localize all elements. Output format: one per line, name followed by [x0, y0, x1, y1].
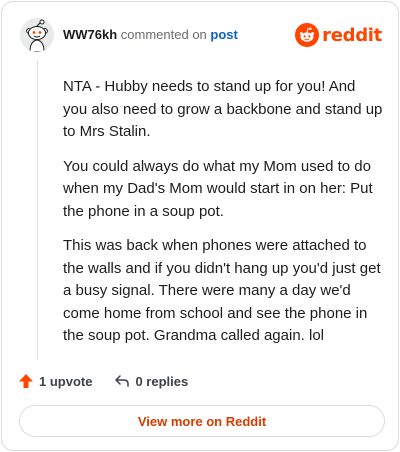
view-more-button[interactable]: View more on Reddit — [19, 405, 385, 437]
comment-embed-card: WW76kh commented on post reddit NTA - Hu… — [1, 1, 399, 451]
upvote-count: 1 upvote — [39, 373, 93, 389]
commented-on-text: commented on — [120, 27, 207, 42]
reddit-snoo-icon — [295, 23, 320, 47]
snoo-avatar-icon — [20, 18, 54, 52]
comment-actions: 1 upvote 0 replies — [18, 370, 210, 392]
thread-line — [37, 60, 38, 360]
reply-arrow-icon — [115, 375, 130, 387]
post-link[interactable]: post — [210, 27, 237, 42]
replies-count: 0 replies — [135, 373, 189, 389]
reddit-logo[interactable]: reddit — [295, 22, 382, 48]
username[interactable]: WW76kh — [63, 27, 117, 42]
upvote-button[interactable]: 1 upvote — [18, 373, 92, 389]
avatar[interactable] — [20, 18, 54, 52]
comment-paragraph: NTA - Hubby needs to stand up for you! A… — [63, 78, 383, 140]
upvote-arrow-icon — [19, 374, 33, 388]
comment-body: NTA - Hubby needs to stand up for you! A… — [63, 76, 383, 360]
comment-paragraph: You could always do what my Mom used to … — [63, 157, 373, 220]
replies-button[interactable]: 0 replies — [114, 373, 188, 389]
comment-header: WW76kh commented on post — [63, 26, 238, 44]
comment-paragraph: This was back when phones were attached … — [63, 237, 381, 344]
reddit-wordmark: reddit — [322, 24, 382, 46]
